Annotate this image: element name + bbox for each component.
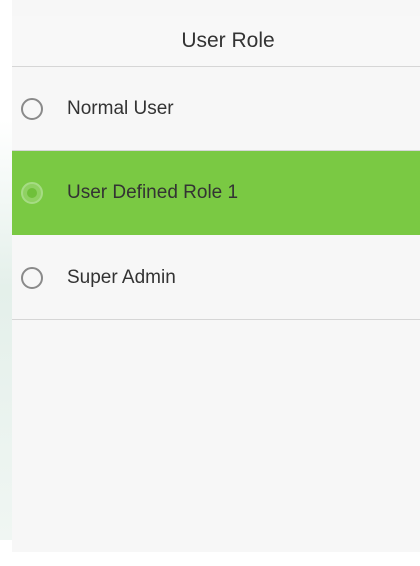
page-title: User Role — [181, 29, 275, 52]
role-option-label: Super Admin — [67, 266, 176, 288]
role-option-user-defined-role-1[interactable]: User Defined Role 1 — [12, 151, 420, 235]
role-option-label: Normal User — [67, 97, 174, 119]
role-option-label: User Defined Role 1 — [67, 181, 239, 203]
empty-list-area — [12, 321, 420, 552]
header-bar: User Role — [12, 16, 420, 67]
role-option-normal-user[interactable]: Normal User — [12, 67, 420, 151]
radio-unselected-icon[interactable] — [21, 97, 43, 120]
background-decoration-left — [0, 120, 12, 540]
role-option-super-admin[interactable]: Super Admin — [12, 236, 420, 320]
radio-selected-icon[interactable] — [21, 181, 43, 204]
radio-unselected-icon[interactable] — [21, 266, 43, 289]
user-role-screen: User Role Normal User User Defined Role … — [12, 0, 420, 552]
